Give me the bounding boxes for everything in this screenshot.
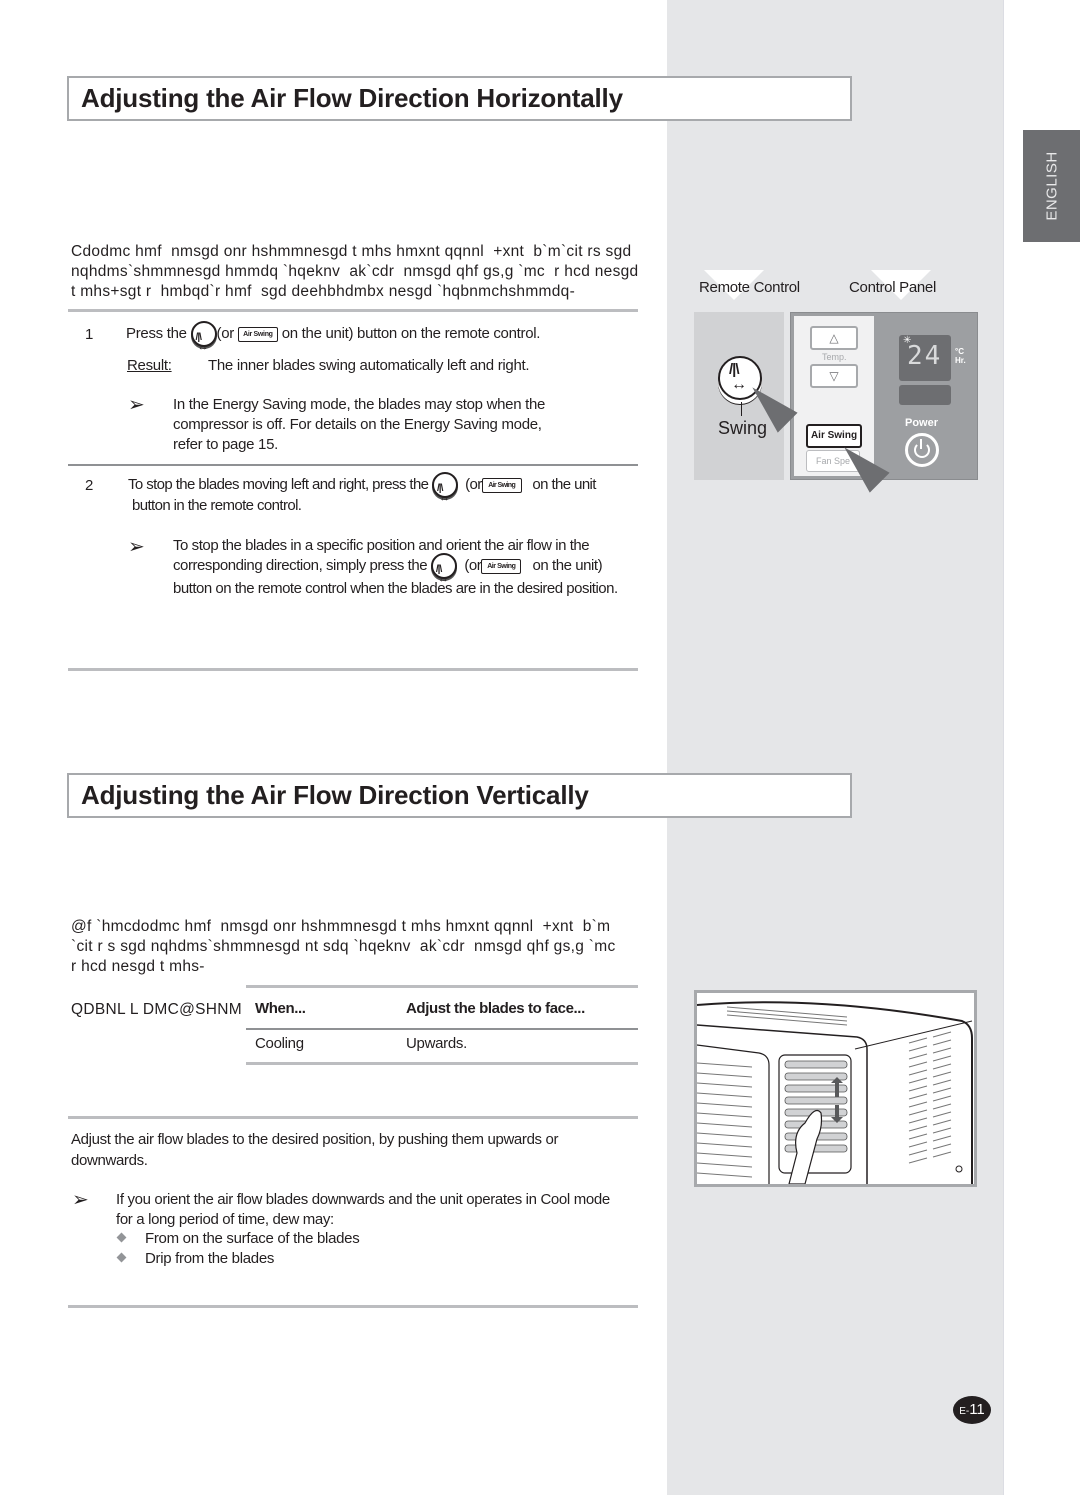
display-units: °C Hr. (955, 347, 966, 365)
temp-down-button: ▽ (810, 364, 858, 388)
table-cell-when: Cooling (255, 1035, 304, 1052)
intro-paragraph: Cdodmc hmf nmsgd onr hshmmnesgd t mhs hm… (71, 242, 638, 302)
step-number: 1 (85, 326, 94, 343)
note-line: for a long period of time, dew may: (116, 1211, 334, 1228)
section-title-horizontal: Adjusting the Air Flow Direction Horizon… (81, 83, 623, 113)
step1-text: Press the (or Air Swing on the unit) but… (126, 320, 541, 361)
language-tab-label: ENGLISH (1043, 151, 1060, 221)
intro-line: r hcd nesgd t mhs- (71, 958, 205, 975)
swing-label: Swing (718, 418, 768, 438)
note-arrow-icon: ➢ (72, 1189, 89, 1211)
intro-line: t mhs+sgt r hmbqd`r hmf sgd deehbhdmbx n… (71, 283, 576, 300)
language-tab[interactable]: ENGLISH (1023, 130, 1080, 242)
display-value: 24 (907, 341, 943, 371)
air-swing-button-icon: Air Swing (237, 326, 278, 342)
step2-text-line2: button in the remote control. (132, 497, 302, 514)
section-title-vertical: Adjusting the Air Flow Direction Vertica… (81, 780, 589, 810)
side-column (667, 0, 1004, 1495)
note-line: refer to page 15. (173, 436, 278, 453)
bullet-item: From on the surface of the blades (145, 1230, 360, 1247)
table-bottom-rule (246, 1062, 638, 1065)
swing-button-icon (430, 553, 457, 593)
step1-text-after: on the unit) button on the remote contro… (281, 325, 541, 342)
step2-note-line2: corresponding direction, simply press th… (173, 552, 603, 593)
step2-text-or: (or (465, 476, 482, 493)
ac-unit-illustration (694, 990, 977, 1187)
intro-line: `cit r s sgd nqhdms`shmmnesgd nt sdq `hq… (71, 938, 616, 955)
power-label: Power (905, 417, 939, 429)
intro-paragraph: @f `hmcdodmc hmf nmsgd onr hshmmnesgd t … (71, 917, 616, 977)
note-text-after: on the unit) (532, 557, 603, 574)
divider (68, 668, 638, 671)
result-label: Result: (127, 357, 172, 374)
divider (68, 309, 638, 312)
note-line: compressor is off. For details on the En… (173, 416, 542, 433)
divider (68, 1116, 638, 1119)
step2-text-after: on the unit (532, 476, 596, 493)
temp-label: Temp. (822, 352, 847, 362)
bullet-item: Drip from the blades (145, 1250, 275, 1267)
note-line: In the Energy Saving mode, the blades ma… (173, 396, 546, 413)
step2-text: To stop the blades moving left and right… (128, 471, 596, 512)
intro-line: nqhdms`shmmnesgd hmmdq `hqeknv ak`cdr nm… (71, 263, 639, 280)
step1-text-or: (or (216, 325, 235, 342)
note-arrow-icon: ➢ (128, 536, 145, 558)
instruction-line: Adjust the air flow blades to the desire… (71, 1131, 559, 1148)
table-header-when: When... (255, 1000, 306, 1017)
bullet-icon (116, 1252, 127, 1263)
note-line: If you orient the air flow blades downwa… (116, 1191, 610, 1208)
note-text-or: (or (464, 557, 482, 574)
vertical-instruction: Adjust the air flow blades to the desire… (71, 1129, 559, 1171)
instruction-line: downwards. (71, 1152, 148, 1169)
swing-button-icon (432, 472, 459, 512)
swing-button-icon (190, 321, 217, 361)
air-swing-button-icon: Air Swing (481, 558, 522, 574)
step2-note-line3: button on the remote control when the bl… (173, 580, 618, 597)
control-panel-illustration: △ Temp. ▽ Air Swing Fan Spe ✳ 24 °C Hr. … (790, 312, 978, 480)
divider (68, 464, 638, 466)
table-header-rule (246, 1028, 638, 1030)
step1-text-before: Press the (126, 325, 187, 342)
note-arrow-icon: ➢ (128, 394, 145, 416)
temperature-display: ✳ 24 (899, 335, 951, 381)
step-number: 2 (85, 477, 94, 494)
page-number: 11 (969, 1401, 985, 1418)
ac-unit-drawing (697, 1001, 973, 1184)
remote-control-label: Remote Control (699, 279, 800, 296)
control-panel-label: Control Panel (849, 279, 936, 296)
air-swing-button-icon: Air Swing (481, 477, 522, 493)
table-side-label: QDBNL L DMC@SHNM (71, 1001, 242, 1018)
page-number-prefix: E- (959, 1406, 970, 1417)
section-title-box: Adjusting the Air Flow Direction Horizon… (67, 76, 852, 121)
section-title-box: Adjusting the Air Flow Direction Vertica… (67, 773, 852, 818)
power-icon (905, 433, 939, 467)
table-top-rule (246, 985, 638, 988)
secondary-display (899, 385, 951, 405)
leader-line (741, 402, 742, 416)
temp-up-button: △ (810, 326, 858, 350)
page-number-badge: E-11 (953, 1396, 991, 1424)
step2-text-before: To stop the blades moving left and right… (128, 476, 429, 493)
result-text: The inner blades swing automatically lef… (208, 357, 530, 374)
vertical-note: If you orient the air flow blades downwa… (116, 1190, 610, 1230)
intro-line: Cdodmc hmf nmsgd onr hshmmnesgd t mhs hm… (71, 243, 632, 260)
unit-celsius: °C (955, 347, 964, 356)
table-header-adjust: Adjust the blades to face... (406, 1000, 585, 1017)
unit-hours: Hr. (955, 356, 966, 365)
intro-line: @f `hmcdodmc hmf nmsgd onr hshmmnesgd t … (71, 918, 611, 935)
bullet-icon (116, 1232, 127, 1243)
note-text-before: corresponding direction, simply press th… (173, 557, 428, 574)
table-cell-adjust: Upwards. (406, 1035, 467, 1052)
divider (68, 1305, 638, 1308)
step1-note: In the Energy Saving mode, the blades ma… (173, 395, 545, 455)
